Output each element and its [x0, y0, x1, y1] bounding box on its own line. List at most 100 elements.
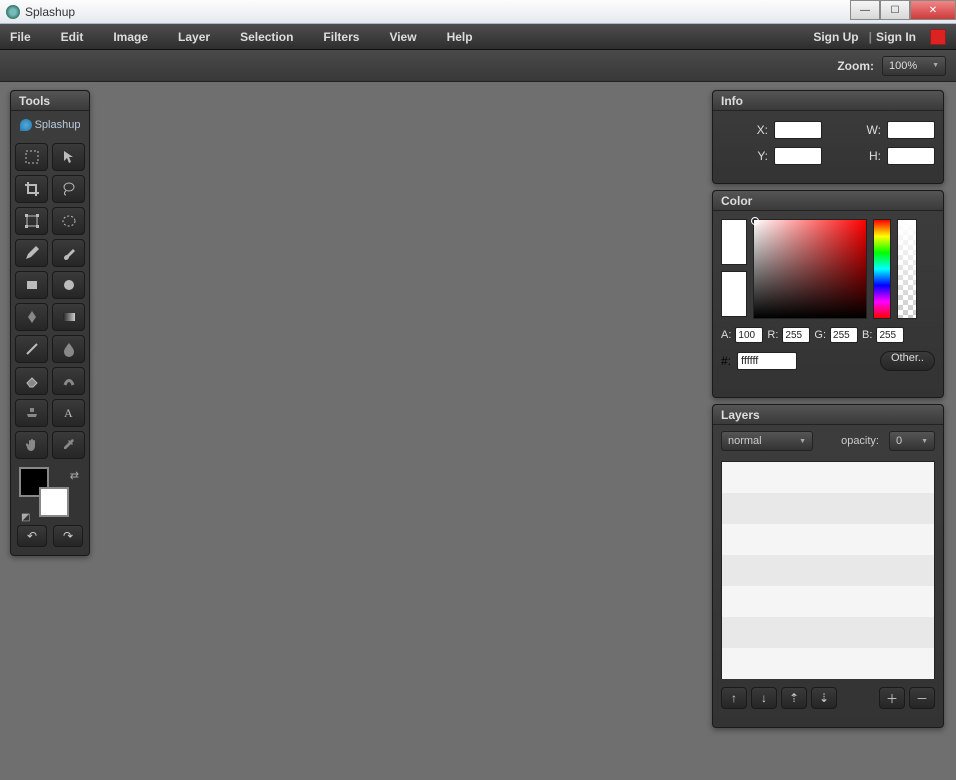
sv-cursor-icon [751, 217, 759, 225]
layer-delete-button[interactable]: － [909, 687, 935, 709]
line-tool[interactable] [15, 335, 48, 363]
layers-panel-header[interactable]: Layers [713, 405, 943, 425]
sign-in-link[interactable]: Sign In [876, 30, 916, 44]
blend-mode-select[interactable]: normal [721, 431, 813, 451]
layers-list[interactable] [721, 461, 935, 679]
menu-edit[interactable]: Edit [61, 30, 84, 44]
ellipse-select-tool[interactable] [52, 207, 85, 235]
layer-merge-down-button[interactable]: ⇣ [811, 687, 837, 709]
layer-row[interactable] [722, 586, 934, 617]
b-input[interactable] [876, 327, 904, 343]
layer-row[interactable] [722, 617, 934, 648]
text-tool[interactable]: A [52, 399, 85, 427]
g-label: G: [814, 329, 826, 341]
record-icon[interactable] [930, 29, 946, 45]
color-panel-header[interactable]: Color [713, 191, 943, 211]
opacity-select[interactable]: 0 [889, 431, 935, 451]
app-icon [6, 5, 20, 19]
logo-text: Splashup [35, 119, 81, 131]
lasso-tool[interactable] [52, 175, 85, 203]
svg-text:A: A [64, 406, 73, 420]
info-y-label: Y: [757, 149, 768, 163]
info-panel-header[interactable]: Info [713, 91, 943, 111]
menu-layer[interactable]: Layer [178, 30, 210, 44]
layer-move-up-button[interactable]: ↑ [721, 687, 747, 709]
tools-panel-header[interactable]: Tools [11, 91, 89, 111]
blend-mode-value: normal [728, 435, 762, 447]
menu-view[interactable]: View [389, 30, 416, 44]
blur-tool[interactable] [52, 335, 85, 363]
auth-separator: | [869, 30, 872, 44]
layer-row[interactable] [722, 493, 934, 524]
default-colors-icon[interactable]: ◩ [21, 512, 30, 523]
crop-tool[interactable] [15, 175, 48, 203]
g-input[interactable] [830, 327, 858, 343]
background-swatch[interactable] [39, 487, 69, 517]
close-button[interactable]: ✕ [910, 0, 956, 20]
gradient-tool[interactable] [52, 303, 85, 331]
os-titlebar: Splashup — ☐ ✕ [0, 0, 956, 24]
smudge-tool[interactable] [52, 367, 85, 395]
menu-help[interactable]: Help [447, 30, 473, 44]
layer-row[interactable] [722, 555, 934, 586]
info-x-input[interactable] [774, 121, 822, 139]
eraser-tool[interactable] [15, 367, 48, 395]
other-color-button[interactable]: Other.. [880, 351, 935, 371]
hue-slider[interactable] [873, 219, 891, 319]
info-h-input[interactable] [887, 147, 935, 165]
info-w-label: W: [867, 123, 881, 137]
saturation-value-picker[interactable] [753, 219, 867, 319]
a-label: A: [721, 329, 731, 341]
menu-image[interactable]: Image [113, 30, 148, 44]
rectangle-shape-tool[interactable] [15, 271, 48, 299]
swap-colors-icon[interactable]: ⇄ [70, 469, 79, 482]
info-y-input[interactable] [774, 147, 822, 165]
hex-label: #: [721, 354, 731, 368]
layers-panel: Layers normal opacity: 0 ↑ ↓ ⇡ ⇣ ＋ [712, 404, 944, 728]
hand-tool[interactable] [15, 431, 48, 459]
opacity-value: 0 [896, 435, 902, 447]
transform-tool[interactable] [15, 207, 48, 235]
marquee-select-tool[interactable] [15, 143, 48, 171]
maximize-button[interactable]: ☐ [880, 0, 910, 20]
alpha-slider[interactable] [897, 219, 917, 319]
layers-footer: ↑ ↓ ⇡ ⇣ ＋ － [713, 683, 943, 717]
color-bg-swatch[interactable] [721, 271, 747, 317]
menu-filters[interactable]: Filters [323, 30, 359, 44]
move-tool[interactable] [52, 143, 85, 171]
r-label: R: [767, 329, 778, 341]
rounded-rectangle-tool[interactable] [15, 303, 48, 331]
layer-merge-up-button[interactable]: ⇡ [781, 687, 807, 709]
menu-selection[interactable]: Selection [240, 30, 293, 44]
info-w-input[interactable] [887, 121, 935, 139]
opacity-label: opacity: [841, 435, 879, 447]
hex-input[interactable] [737, 352, 797, 370]
redo-button[interactable]: ↷ [53, 525, 83, 547]
eyedropper-tool[interactable] [52, 431, 85, 459]
pencil-tool[interactable] [15, 239, 48, 267]
undo-button[interactable]: ↶ [17, 525, 47, 547]
info-x-label: X: [757, 123, 768, 137]
zoom-value: 100% [889, 60, 917, 72]
ellipse-shape-tool[interactable] [52, 271, 85, 299]
splashup-logo: Splashup [11, 111, 89, 139]
menubar: File Edit Image Layer Selection Filters … [0, 24, 956, 50]
tool-grid: A [11, 139, 89, 463]
sign-up-link[interactable]: Sign Up [813, 30, 858, 44]
color-panel: Color A: R: G: B: [712, 190, 944, 398]
menu-file[interactable]: File [10, 30, 31, 44]
clone-stamp-tool[interactable] [15, 399, 48, 427]
r-input[interactable] [782, 327, 810, 343]
tools-panel: Tools Splashup A [10, 90, 90, 556]
brush-tool[interactable] [52, 239, 85, 267]
layer-row[interactable] [722, 524, 934, 555]
zoom-label: Zoom: [837, 59, 874, 73]
layer-row[interactable] [722, 462, 934, 493]
layer-move-down-button[interactable]: ↓ [751, 687, 777, 709]
layer-row[interactable] [722, 648, 934, 679]
color-fg-swatch[interactable] [721, 219, 747, 265]
layer-add-button[interactable]: ＋ [879, 687, 905, 709]
minimize-button[interactable]: — [850, 0, 880, 20]
zoom-select[interactable]: 100% [882, 56, 946, 76]
a-input[interactable] [735, 327, 763, 343]
